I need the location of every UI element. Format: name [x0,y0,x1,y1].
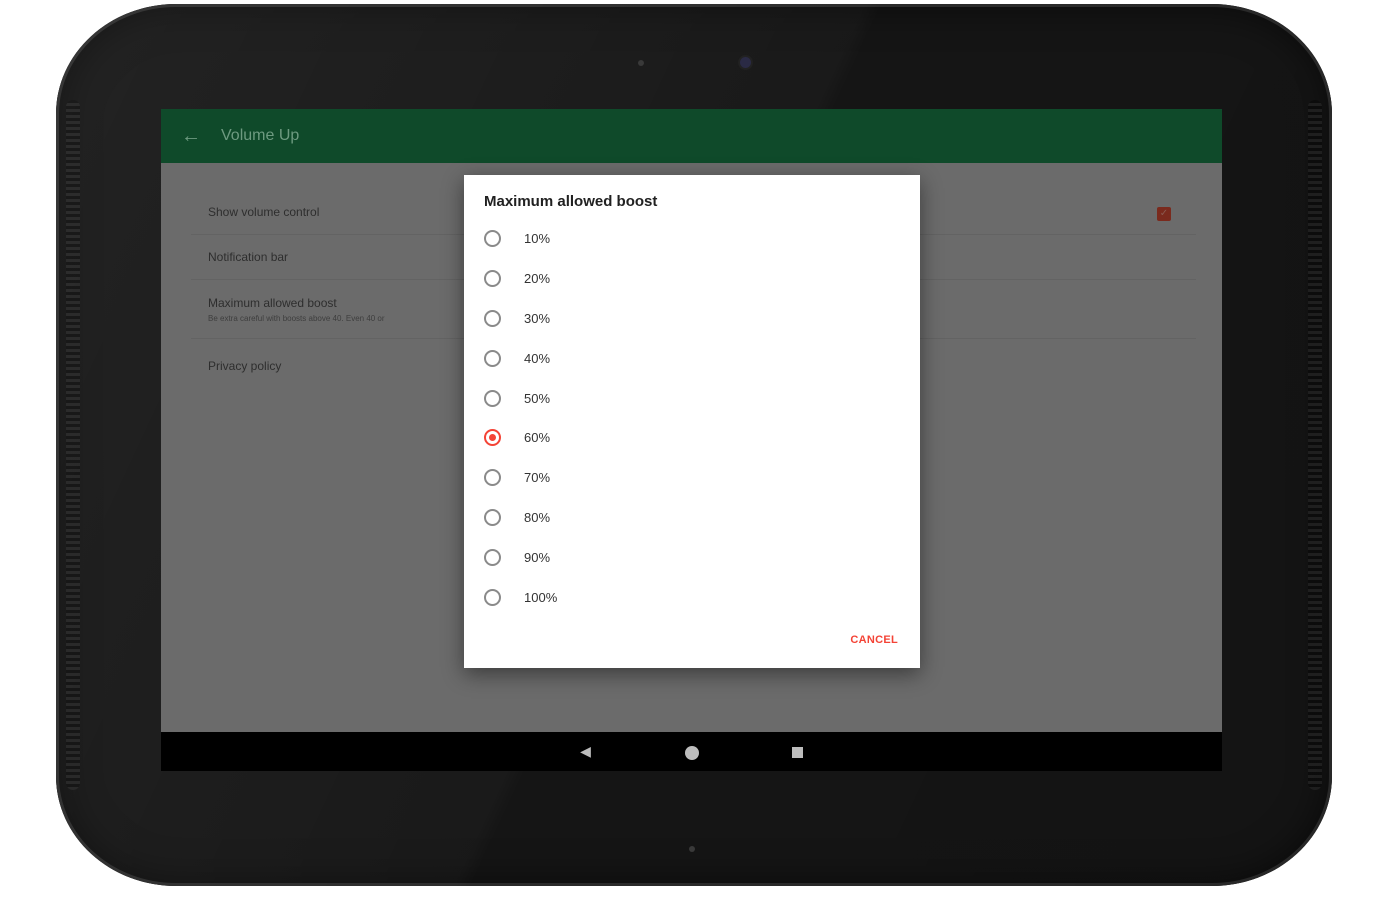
option-label: 40% [524,350,551,366]
radio-button-checked-icon[interactable] [484,429,501,447]
app-bar: ← Volume Up [161,109,1222,163]
radio-button-icon[interactable] [484,469,501,487]
checkbox-checked-icon[interactable]: ✓ [1157,207,1171,221]
option-label: 20% [524,271,551,287]
right-speaker-grille [1308,100,1322,790]
radio-button-icon[interactable] [484,270,501,288]
radio-button-icon[interactable] [484,508,501,526]
boost-option-90[interactable]: 90% [484,537,904,577]
boost-option-40[interactable]: 40% [484,338,904,378]
app-title: Volume Up [221,127,300,144]
max-boost-dialog: Maximum allowed boost 10% 20% 30% 40% 50… [464,175,920,668]
radio-button-icon[interactable] [484,389,501,407]
nav-recents-icon[interactable] [745,744,851,760]
option-label: 50% [524,390,551,406]
option-label: 60% [524,430,551,446]
boost-option-80[interactable]: 80% [484,498,904,538]
option-label: 100% [524,589,558,605]
boost-option-20[interactable]: 20% [484,259,904,299]
radio-button-icon[interactable] [484,309,501,327]
boost-option-60[interactable]: 60% [484,418,904,458]
nav-back-icon[interactable]: ◀ [533,743,639,760]
proximity-sensor [638,60,644,66]
dialog-title: Maximum allowed boost [484,193,658,210]
boost-option-10[interactable]: 10% [484,219,904,259]
option-label: 30% [524,310,551,326]
boost-options-list: 10% 20% 30% 40% 50% 60% 70% 80% 90% 100% [484,219,904,617]
boost-option-30[interactable]: 30% [484,299,904,339]
option-label: 80% [524,509,551,525]
option-label: 70% [524,470,551,486]
bottom-sensor [689,846,695,852]
radio-button-icon[interactable] [484,588,501,606]
system-nav-bar: ◀ [161,732,1222,771]
radio-button-icon[interactable] [484,548,501,566]
radio-button-icon[interactable] [484,349,501,367]
option-label: 90% [524,549,551,565]
left-speaker-grille [66,100,80,790]
front-camera [740,57,751,68]
cancel-button[interactable]: CANCEL [850,634,898,646]
radio-button-icon[interactable] [484,230,501,248]
arrow-left-icon[interactable]: ← [161,125,221,148]
boost-option-100[interactable]: 100% [484,577,904,617]
boost-option-50[interactable]: 50% [484,378,904,418]
option-label: 10% [524,231,551,247]
boost-option-70[interactable]: 70% [484,458,904,498]
nav-home-icon[interactable] [639,743,745,760]
